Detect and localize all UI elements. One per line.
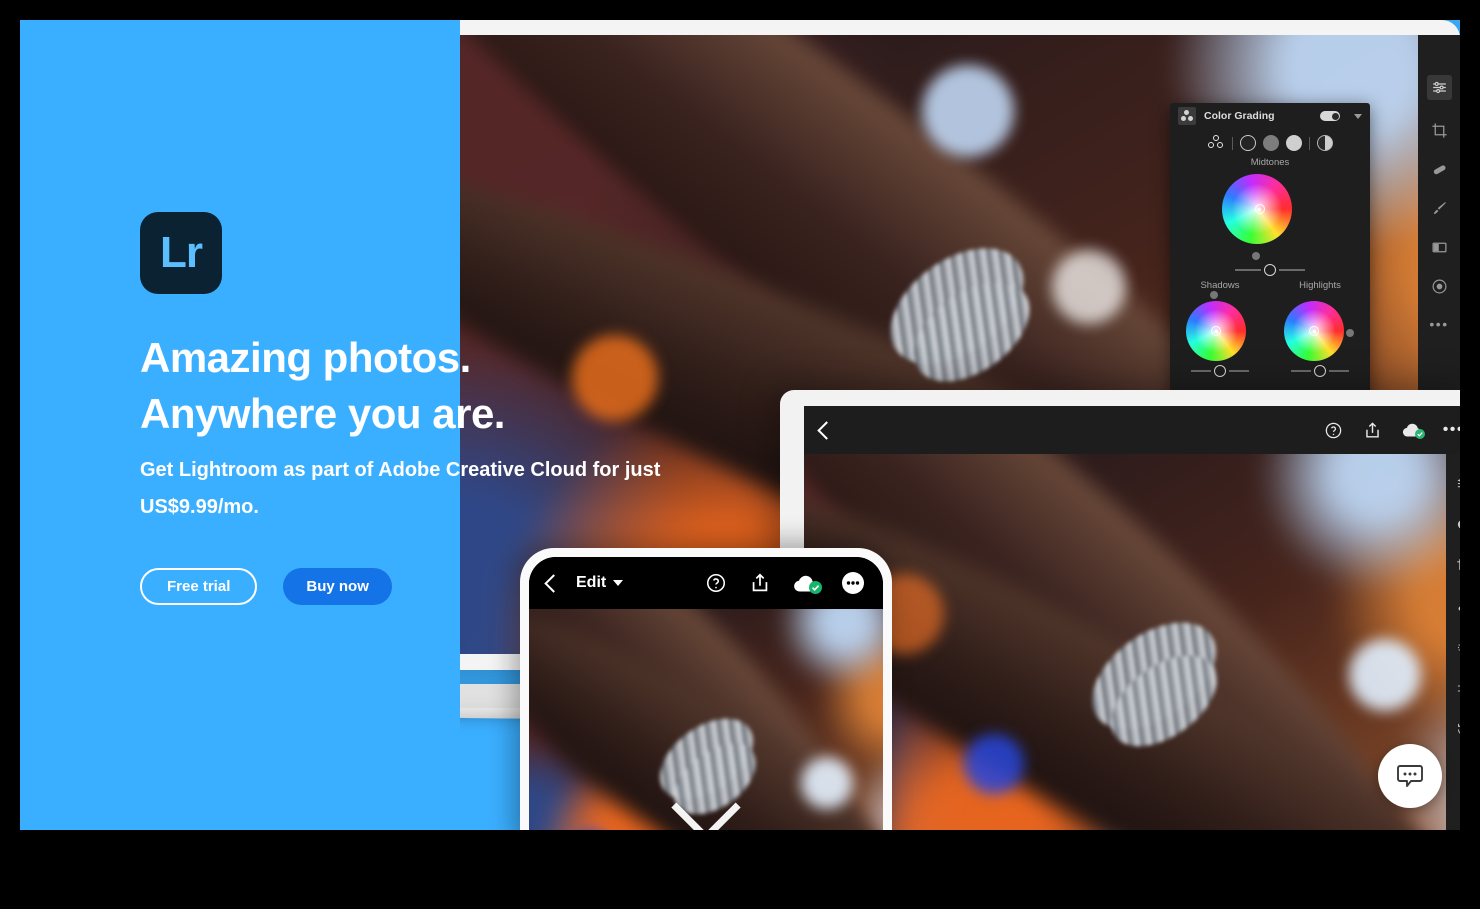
highlights-label: Highlights	[1299, 280, 1341, 291]
tablet-tool-rail[interactable]	[1446, 454, 1460, 830]
cta-button-row: Free trial Buy now	[140, 568, 392, 605]
color-grading-mode-row[interactable]	[1170, 129, 1370, 157]
midtones-luminance-dot[interactable]	[1252, 252, 1260, 260]
divider	[1231, 136, 1233, 150]
phone-body: Edit	[520, 548, 892, 830]
chevron-down-icon[interactable]	[613, 580, 624, 586]
edit-sliders-icon[interactable]	[1456, 476, 1460, 491]
subhead-line-2: US$9.99/mo.	[140, 496, 259, 518]
buy-now-button[interactable]: Buy now	[283, 568, 392, 605]
help-icon[interactable]	[1324, 421, 1343, 440]
cloud-synced-icon[interactable]	[1402, 422, 1425, 439]
shadows-hue-slider[interactable]	[1170, 365, 1270, 377]
edit-sliders-icon[interactable]	[1426, 75, 1452, 100]
promo-canvas: Color Grading Midtones Shadows Highlight…	[20, 20, 1460, 830]
phone-toolbar[interactable]: Edit	[529, 557, 883, 609]
chat-fab-button[interactable]	[1378, 744, 1442, 808]
highlights-luminance-dot[interactable]	[1346, 329, 1354, 337]
free-trial-button[interactable]: Free trial	[140, 568, 258, 605]
back-chevron-icon[interactable]	[817, 420, 836, 440]
presets-icon[interactable]	[1456, 681, 1460, 696]
history-icon[interactable]	[1456, 722, 1460, 737]
linear-gradient-icon[interactable]	[1431, 239, 1448, 256]
optics-icon[interactable]	[1456, 640, 1460, 655]
blending-half-circle-icon[interactable]	[1316, 135, 1333, 151]
highlights-color-wheel[interactable]	[1284, 301, 1344, 361]
shadows-color-wheel[interactable]	[1186, 301, 1246, 361]
healing-brush-icon[interactable]	[1456, 599, 1460, 614]
phone-device: Edit	[520, 548, 892, 830]
shadows-label: Shadows	[1200, 280, 1240, 291]
share-icon[interactable]	[749, 572, 771, 594]
chevron-down-icon[interactable]	[1354, 113, 1362, 119]
chat-bubble-icon	[1397, 765, 1423, 787]
crop-icon[interactable]	[1456, 558, 1460, 573]
tablet-toolbar[interactable]: •••	[804, 406, 1460, 454]
midtones-color-wheel[interactable]	[1222, 174, 1292, 244]
phone-screen: Edit	[529, 557, 883, 830]
headline-line-1: Amazing photos.	[140, 334, 471, 381]
help-icon[interactable]	[705, 572, 727, 594]
brush-icon[interactable]	[1431, 200, 1448, 217]
page-title: Amazing photos. Anywhere you are.	[140, 330, 570, 442]
lightroom-logo: Lr	[140, 212, 222, 294]
more-options-icon[interactable]: •••	[1443, 422, 1460, 438]
three-wheel-icon[interactable]	[1207, 135, 1225, 151]
color-grading-header: Color Grading	[1170, 103, 1370, 129]
color-grading-title: Color Grading	[1204, 110, 1275, 122]
color-grading-toggle[interactable]	[1320, 111, 1340, 121]
tablet-screen: •••	[804, 406, 1460, 830]
hero-subheading: Get Lightroom as part of Adobe Creative …	[140, 452, 740, 526]
phone-photo	[529, 609, 883, 830]
phone-mode-label[interactable]: Edit	[576, 574, 606, 592]
more-options-icon[interactable]	[841, 571, 865, 595]
divider	[1308, 136, 1310, 150]
midtones-circle-icon[interactable]	[1262, 135, 1279, 151]
lightroom-logo-text: Lr	[160, 228, 203, 277]
more-options-icon[interactable]: •••	[1429, 317, 1448, 331]
share-icon[interactable]	[1363, 421, 1382, 440]
highlights-circle-icon[interactable]	[1285, 135, 1302, 151]
masking-icon[interactable]	[1456, 517, 1460, 532]
color-grading-panel[interactable]: Color Grading Midtones Shadows Highlight…	[1170, 103, 1370, 413]
shadows-circle-icon[interactable]	[1239, 135, 1256, 151]
radial-gradient-icon[interactable]	[1431, 278, 1448, 295]
back-chevron-icon[interactable]	[544, 573, 563, 593]
color-grading-icon	[1178, 107, 1196, 125]
subhead-line-1: Get Lightroom as part of Adobe Creative …	[140, 459, 661, 481]
midtones-label: Midtones	[1250, 157, 1290, 168]
healing-brush-icon[interactable]	[1431, 161, 1448, 178]
tablet-photo	[804, 454, 1446, 830]
hero-panel: Lr Amazing photos. Anywhere you are. Get…	[20, 20, 660, 830]
highlights-hue-slider[interactable]	[1270, 365, 1370, 377]
shadows-luminance-dot[interactable]	[1210, 291, 1218, 299]
headline-line-2: Anywhere you are.	[140, 389, 505, 437]
cloud-synced-icon[interactable]	[793, 574, 822, 594]
crop-icon[interactable]	[1431, 122, 1448, 139]
